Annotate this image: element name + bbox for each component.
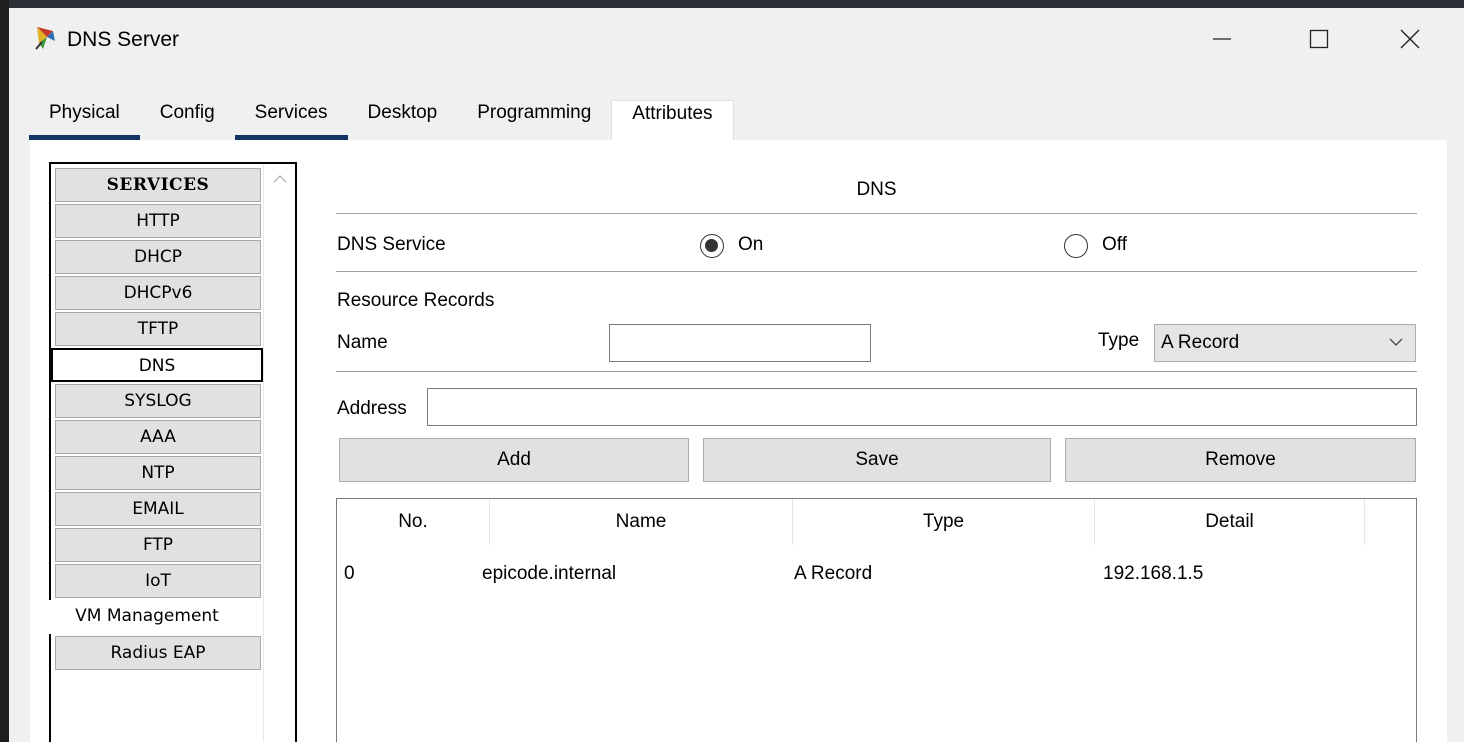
service-email[interactable]: EMAIL: [55, 492, 261, 526]
service-ftp[interactable]: FTP: [55, 528, 261, 562]
service-dhcp[interactable]: DHCP: [55, 240, 261, 274]
minimize-button[interactable]: [1199, 20, 1245, 58]
column-header-type[interactable]: Type: [793, 499, 1095, 545]
dns-service-row: DNS Service On Off: [336, 214, 1417, 272]
tab-services[interactable]: Services: [234, 100, 348, 140]
tab-attributes[interactable]: Attributes: [611, 100, 734, 143]
service-tftp[interactable]: TFTP: [55, 312, 261, 346]
type-select[interactable]: A Record: [1154, 324, 1416, 362]
service-dns[interactable]: DNS: [51, 348, 263, 382]
type-select-value: A Record: [1161, 332, 1240, 353]
column-header-detail[interactable]: Detail: [1095, 499, 1365, 545]
action-buttons: Add Save Remove: [336, 438, 1417, 494]
close-icon: [1400, 29, 1420, 49]
resource-records-label: Resource Records: [337, 290, 495, 311]
address-row: Address: [336, 372, 1417, 438]
service-vm-management[interactable]: VM Management: [49, 600, 245, 634]
packet-tracer-server-icon: [35, 27, 55, 50]
service-radius-eap[interactable]: Radius EAP: [55, 636, 261, 670]
service-dhcpv6[interactable]: DHCPv6: [55, 276, 261, 310]
scroll-up-icon[interactable]: [273, 174, 287, 184]
tab-desktop[interactable]: Desktop: [348, 100, 458, 140]
service-aaa[interactable]: AAA: [55, 420, 261, 454]
dns-settings: DNS DNS Service On Off Resource Records …: [336, 162, 1417, 742]
service-http[interactable]: HTTP: [55, 204, 261, 238]
tab-physical[interactable]: Physical: [29, 100, 140, 140]
service-syslog[interactable]: SYSLOG: [55, 384, 261, 418]
cell-name: epicode.internal: [482, 563, 617, 584]
cell-detail: 192.168.1.5: [1103, 563, 1204, 584]
dns-service-label: DNS Service: [337, 234, 446, 255]
service-iot[interactable]: IoT: [55, 564, 261, 598]
remove-button[interactable]: Remove: [1065, 438, 1416, 482]
name-label: Name: [337, 332, 388, 353]
dns-off-label: Off: [1102, 234, 1127, 255]
service-ntp[interactable]: NTP: [55, 456, 261, 490]
table-row[interactable]: 0 epicode.internal A Record 192.168.1.5: [337, 559, 1416, 589]
tab-config[interactable]: Config: [140, 100, 235, 140]
desktop-edge: [0, 0, 9, 742]
save-button[interactable]: Save: [703, 438, 1051, 482]
window-title: DNS Server: [67, 28, 180, 51]
desktop-strip: [0, 0, 1464, 8]
address-label: Address: [337, 398, 407, 419]
column-header-name[interactable]: Name: [490, 499, 793, 545]
resource-records-section: Resource Records Name Type A Record: [336, 272, 1417, 372]
dns-on-radio[interactable]: [700, 234, 724, 258]
maximize-icon: [1309, 29, 1329, 49]
services-scrollbar[interactable]: [263, 164, 295, 742]
minimize-icon: [1213, 38, 1231, 40]
services-list: SERVICES HTTP DHCP DHCPv6 TFTP DNS SYSLO…: [49, 162, 297, 742]
records-table[interactable]: No. Name Type Detail 0 epicode.internal …: [336, 498, 1417, 742]
column-header-no[interactable]: No.: [337, 499, 490, 545]
records-table-header: No. Name Type Detail: [337, 499, 1416, 545]
type-label: Type: [1098, 330, 1140, 351]
close-button[interactable]: [1387, 20, 1433, 58]
cell-no: 0: [344, 563, 355, 584]
tab-bar: Physical Config Services Desktop Program…: [29, 100, 734, 143]
title-bar: DNS Server: [9, 8, 1464, 72]
services-header: SERVICES: [55, 168, 261, 202]
name-input[interactable]: [609, 324, 871, 362]
dns-heading: DNS: [336, 162, 1417, 214]
dns-off-radio[interactable]: [1064, 234, 1088, 258]
address-input[interactable]: [427, 388, 1417, 426]
services-panel: SERVICES HTTP DHCP DHCPv6 TFTP DNS SYSLO…: [30, 140, 1447, 742]
maximize-button[interactable]: [1296, 20, 1342, 58]
add-button[interactable]: Add: [339, 438, 689, 482]
chevron-down-icon: [1389, 338, 1403, 346]
dns-server-window: DNS Server Physical Config Services Desk…: [9, 8, 1464, 742]
tab-programming[interactable]: Programming: [457, 100, 611, 140]
dns-on-label: On: [738, 234, 764, 255]
cell-type: A Record: [794, 563, 873, 584]
